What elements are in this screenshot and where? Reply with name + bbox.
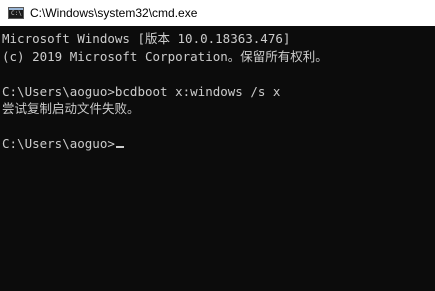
cmd-window: C:\ C:\Windows\system32\cmd.exe Microsof… xyxy=(0,0,435,291)
cmd-icon[interactable]: C:\ xyxy=(8,7,24,19)
console-line: C:\Users\aoguo>bcdboot x:windows /s x xyxy=(2,83,281,99)
console-line: (c) 2019 Microsoft Corporation。保留所有权利。 xyxy=(2,48,328,64)
text-cursor xyxy=(115,146,124,148)
console-line: Microsoft Windows [版本 10.0.18363.476] xyxy=(2,31,291,46)
console-output[interactable]: Microsoft Windows [版本 10.0.18363.476] (c… xyxy=(0,26,435,291)
command-prompt: C:\Users\aoguo> xyxy=(2,136,115,151)
title-bar[interactable]: C:\ C:\Windows\system32\cmd.exe xyxy=(0,0,435,26)
window-title: C:\Windows\system32\cmd.exe xyxy=(30,6,198,20)
console-line: 尝试复制启动文件失败。 xyxy=(2,101,140,116)
prompt-line[interactable]: C:\Users\aoguo> xyxy=(2,135,435,153)
